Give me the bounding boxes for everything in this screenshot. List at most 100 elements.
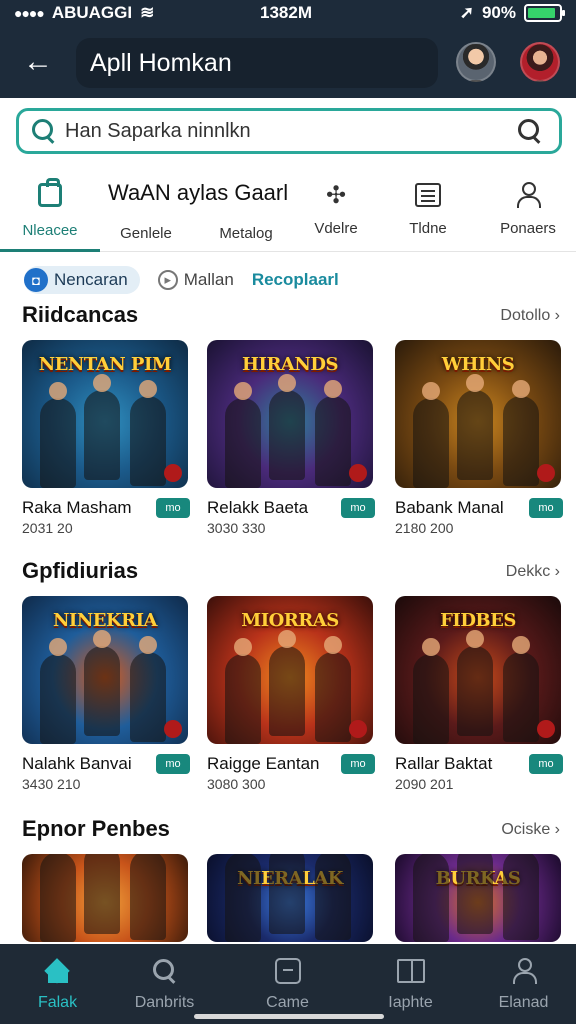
tab-category-2[interactable]: Metalog <box>196 168 296 252</box>
location-icon: ➚ <box>459 3 474 22</box>
game-logo-text: FIDBES <box>440 610 516 631</box>
nav-item-game[interactable]: Came <box>230 944 345 1024</box>
section-more-link[interactable]: Ociske › <box>501 821 560 839</box>
game-logo-text: MIORRAS <box>241 610 339 631</box>
avatar[interactable] <box>456 42 496 82</box>
game-card[interactable]: NINEKRIA Nalahk Banvai 3430 210 mo <box>22 596 190 792</box>
character-figure <box>269 630 305 736</box>
puzzle-icon: ✣ <box>325 181 347 209</box>
search-bar[interactable]: Han Saparka ninnlkn <box>16 108 562 154</box>
back-button[interactable]: ← <box>20 44 56 80</box>
section-title: Gpfidiurias <box>22 558 139 583</box>
tab-label: Vdelre <box>314 220 358 237</box>
install-badge[interactable]: mo <box>529 498 563 518</box>
character-figure <box>225 382 261 488</box>
game-card[interactable]: BURKAS <box>395 854 563 942</box>
wifi-icon: ≋ <box>140 3 155 22</box>
more-label: Dekkc <box>505 563 551 580</box>
section-title: Epnor Penbes <box>22 816 170 841</box>
nav-label: Falak <box>37 994 78 1011</box>
nav-item-profile[interactable]: Elanad <box>466 944 576 1024</box>
section-more-link[interactable]: Dotollo › <box>500 307 560 325</box>
install-badge[interactable]: mo <box>341 754 375 774</box>
nav-item-library[interactable]: Iaphte <box>353 944 468 1024</box>
section-title: Riidcancas <box>22 302 139 327</box>
app-header: ●●●● ABUAGGI ≋ 1382M ➚ 90% ← Apll Homkan <box>0 0 576 98</box>
arrow-left-icon: ← <box>23 45 53 78</box>
game-stat: 3430 210 <box>22 776 81 792</box>
character-figure <box>130 854 166 940</box>
character-figure <box>413 854 449 942</box>
search-icon[interactable] <box>517 118 543 144</box>
install-badge[interactable]: mo <box>529 754 563 774</box>
character-figure <box>413 382 449 488</box>
nav-item-home[interactable]: Falak <box>0 944 115 1024</box>
game-thumbnail[interactable]: BURKAS <box>395 854 561 942</box>
install-badge[interactable]: mo <box>156 754 190 774</box>
game-thumbnail[interactable]: NIERALAK <box>207 854 373 942</box>
search-icon <box>152 958 178 984</box>
game-logo-text: HIRANDS <box>242 354 338 375</box>
tab-category-0[interactable]: Nleacee <box>0 168 100 252</box>
character-figure <box>457 854 493 934</box>
chip-link[interactable]: Recoplaarl <box>252 266 339 294</box>
tab-category-3[interactable]: ✣ Vdelre <box>286 168 386 252</box>
game-thumbnail[interactable]: WHINS <box>395 340 561 488</box>
rating-icon <box>164 464 182 482</box>
character-figure <box>315 380 351 486</box>
chevron-right-icon: › <box>550 821 560 838</box>
character-figure <box>315 854 351 940</box>
character-figure <box>503 636 539 742</box>
tab-label: Metalog <box>219 225 273 242</box>
game-card[interactable]: NIERALAK <box>207 854 375 942</box>
bag-icon <box>38 178 62 207</box>
person-icon <box>515 182 541 208</box>
character-figure <box>84 374 120 480</box>
tab-category-5[interactable]: Ponaers <box>478 168 576 252</box>
tab-category-4[interactable]: Tldne <box>378 168 478 252</box>
chip-active[interactable]: ◘ Nencaran <box>24 266 140 294</box>
page-title: Apll Homkan <box>76 38 438 88</box>
install-badge[interactable]: mo <box>341 498 375 518</box>
chip[interactable]: ▸ Mallan <box>157 266 234 294</box>
game-card[interactable]: FIDBES Rallar Baktat 2090 201 mo <box>395 596 563 792</box>
character-figure <box>413 638 449 744</box>
tab-label: Genlele <box>120 225 172 242</box>
game-card[interactable]: HIRANDS Relakk Baeta 3030 330 mo <box>207 340 375 536</box>
character-figure <box>40 854 76 942</box>
character-figure <box>130 380 166 486</box>
game-thumbnail[interactable]: NINEKRIA <box>22 596 188 744</box>
section-more-link[interactable]: Dekkc › <box>506 563 560 581</box>
avatar[interactable] <box>520 42 560 82</box>
nav-item-search[interactable]: Danbrits <box>107 944 222 1024</box>
bottom-navigation: Falak Danbrits Came Iaphte Elanad <box>0 944 576 1024</box>
chip-label: Mallan <box>183 270 234 289</box>
signal-icon: ●●●● <box>14 5 45 21</box>
character-figure <box>84 630 120 736</box>
filter-chips: ◘ Nencaran ▸ Mallan Recoplaarl <box>24 266 339 294</box>
game-stat: 2090 201 <box>395 776 454 792</box>
character-figure <box>269 374 305 480</box>
tab-category-1[interactable]: Genlele <box>96 168 196 252</box>
game-thumbnail[interactable]: MIORRAS <box>207 596 373 744</box>
search-input[interactable]: Han Saparka ninnlkn <box>65 120 517 143</box>
game-card[interactable]: MIORRAS Raigge Eantan 3080 300 mo <box>207 596 375 792</box>
character-figure <box>457 374 493 480</box>
game-thumbnail[interactable]: NENTAN PIM <box>22 340 188 488</box>
game-thumbnail[interactable]: FIDBES <box>395 596 561 744</box>
game-card[interactable]: NENTAN PIM Raka Masham 2031 20 mo <box>22 340 190 536</box>
game-thumbnail[interactable]: HIRANDS <box>207 340 373 488</box>
game-stat: 2180 200 <box>395 520 454 536</box>
box-icon <box>274 958 301 984</box>
tab-label: Tldne <box>409 220 447 237</box>
game-card[interactable]: WHINS Babank Manal 2180 200 mo <box>395 340 563 536</box>
game-thumbnail[interactable] <box>22 854 188 942</box>
character-figure <box>40 638 76 744</box>
character-figure <box>315 636 351 742</box>
clock: 1382M <box>260 3 312 22</box>
install-badge[interactable]: mo <box>156 498 190 518</box>
bag-icon: ◘ <box>24 268 48 292</box>
game-stat: 2031 20 <box>22 520 73 536</box>
nav-label: Came <box>266 994 309 1011</box>
game-card[interactable] <box>22 854 190 942</box>
